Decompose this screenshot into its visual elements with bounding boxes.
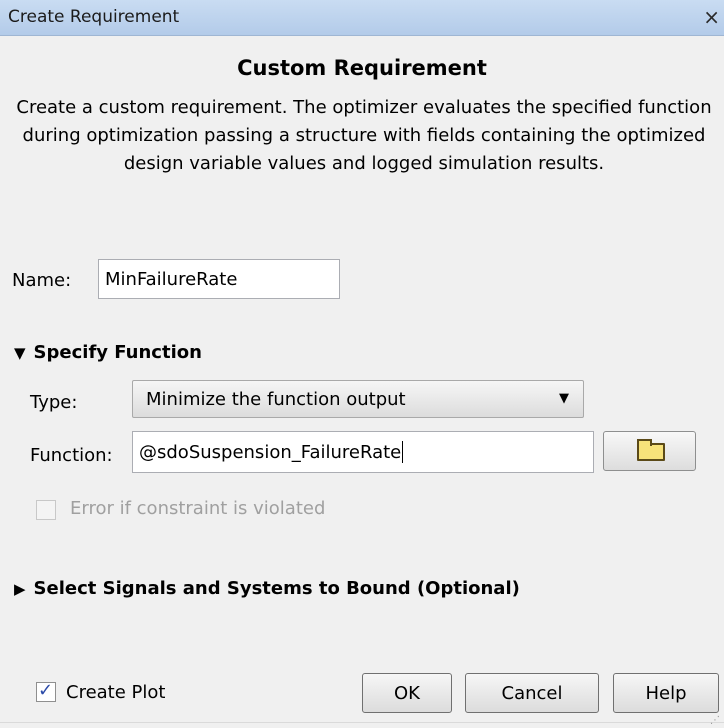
dialog-description: Create a custom requirement. The optimiz… (16, 97, 712, 174)
create-requirement-dialog: Create Requirement × Custom Requirement … (0, 0, 724, 728)
create-plot-checkbox[interactable]: ✓ (36, 680, 56, 702)
title-bar[interactable]: Create Requirement × (0, 0, 724, 36)
error-if-violated-checkbox[interactable] (36, 500, 56, 520)
window-title: Create Requirement (8, 7, 180, 27)
select-signals-section-header[interactable]: ▶ Select Signals and Systems to Bound (O… (14, 578, 520, 599)
ok-button[interactable]: OK (362, 673, 452, 713)
footer-divider (0, 722, 724, 723)
resize-grip-icon[interactable]: ⋰ (710, 715, 720, 726)
text-cursor (402, 441, 404, 463)
function-input-value: @sdoSuspension_FailureRate (139, 441, 402, 463)
name-input[interactable]: MinFailureRate (98, 259, 340, 299)
folder-icon (637, 439, 665, 461)
specify-function-section-header[interactable]: ▼ Specify Function (14, 342, 202, 363)
expanded-triangle-icon: ▼ (14, 343, 26, 362)
type-dropdown[interactable]: Minimize the function output ▼ (132, 380, 584, 418)
name-label: Name: (12, 270, 72, 291)
select-signals-label: Select Signals and Systems to Bound (Opt… (33, 578, 520, 599)
error-if-violated-label: Error if constraint is violated (70, 498, 326, 519)
type-dropdown-value: Minimize the function output (146, 389, 406, 410)
cancel-button[interactable]: Cancel (465, 673, 599, 713)
function-input[interactable]: @sdoSuspension_FailureRate (132, 431, 594, 473)
chevron-down-icon: ▼ (559, 391, 569, 406)
function-label: Function: (30, 445, 113, 466)
type-label: Type: (30, 392, 78, 413)
browse-button[interactable] (603, 431, 696, 471)
name-input-value: MinFailureRate (105, 268, 238, 290)
help-button[interactable]: Help (613, 673, 719, 713)
create-plot-label: Create Plot (66, 682, 166, 703)
close-icon[interactable]: × (703, 5, 720, 29)
specify-function-label: Specify Function (33, 342, 202, 363)
collapsed-triangle-icon: ▶ (14, 579, 26, 598)
dialog-heading: Custom Requirement (237, 56, 487, 80)
check-icon: ✓ (38, 680, 54, 701)
